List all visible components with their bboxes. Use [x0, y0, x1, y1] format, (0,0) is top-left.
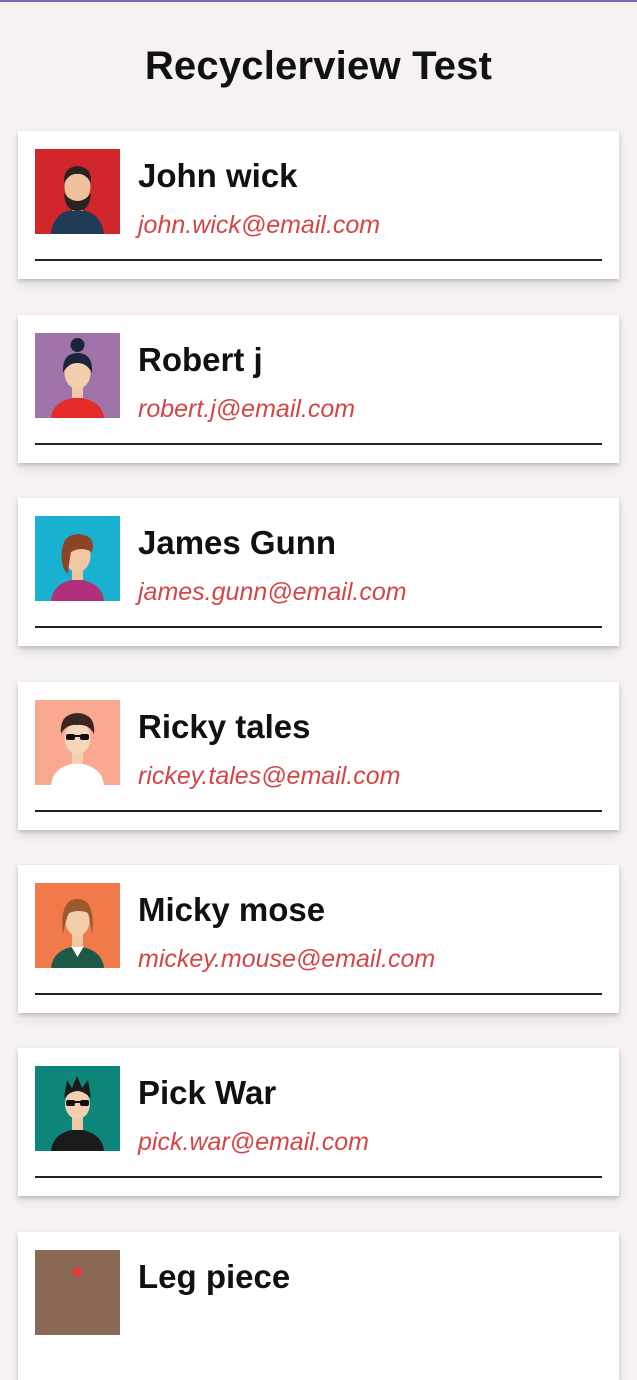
list-item[interactable]: Leg piece [18, 1232, 619, 1380]
man-curly-sunglasses-avatar-icon [35, 700, 120, 785]
man-spiky-sunglasses-avatar-icon [35, 1066, 120, 1151]
divider [35, 259, 602, 261]
divider [35, 810, 602, 812]
user-email: james.gunn@email.com [138, 578, 407, 606]
user-name: Micky mose [138, 891, 326, 928]
user-email: john.wick@email.com [138, 211, 381, 239]
user-email: robert.j@email.com [138, 395, 356, 423]
woman-brown-hair-avatar-icon [35, 516, 120, 601]
list-item[interactable]: Pick War pick.war@email.com [18, 1048, 619, 1196]
divider [35, 993, 602, 995]
list-item[interactable]: John wick john.wick@email.com [18, 131, 619, 279]
list-item[interactable]: Ricky tales rickey.tales@email.com [18, 682, 619, 830]
man-beard-avatar-icon [35, 149, 120, 234]
woman-bob-avatar-icon [35, 883, 120, 968]
user-email: pick.war@email.com [138, 1128, 369, 1156]
list-item[interactable]: Micky mose mickey.mouse@email.com [18, 865, 619, 1013]
partial-avatar-icon [35, 1250, 120, 1335]
user-email: rickey.tales@email.com [138, 762, 401, 790]
user-list[interactable]: John wick john.wick@email.com Robert j r… [0, 0, 637, 1380]
list-item[interactable]: James Gunn james.gunn@email.com [18, 498, 619, 646]
list-item[interactable]: Robert j robert.j@email.com [18, 315, 619, 463]
user-name: Leg piece [138, 1258, 291, 1295]
divider [35, 626, 602, 628]
user-name: Pick War [138, 1074, 277, 1111]
divider [35, 443, 602, 445]
user-email: mickey.mouse@email.com [138, 945, 436, 973]
user-name: Robert j [138, 341, 263, 378]
user-name: John wick [138, 157, 298, 194]
user-name: Ricky tales [138, 708, 311, 745]
divider [35, 1176, 602, 1178]
user-name: James Gunn [138, 524, 337, 561]
woman-bun-avatar-icon [35, 333, 120, 418]
